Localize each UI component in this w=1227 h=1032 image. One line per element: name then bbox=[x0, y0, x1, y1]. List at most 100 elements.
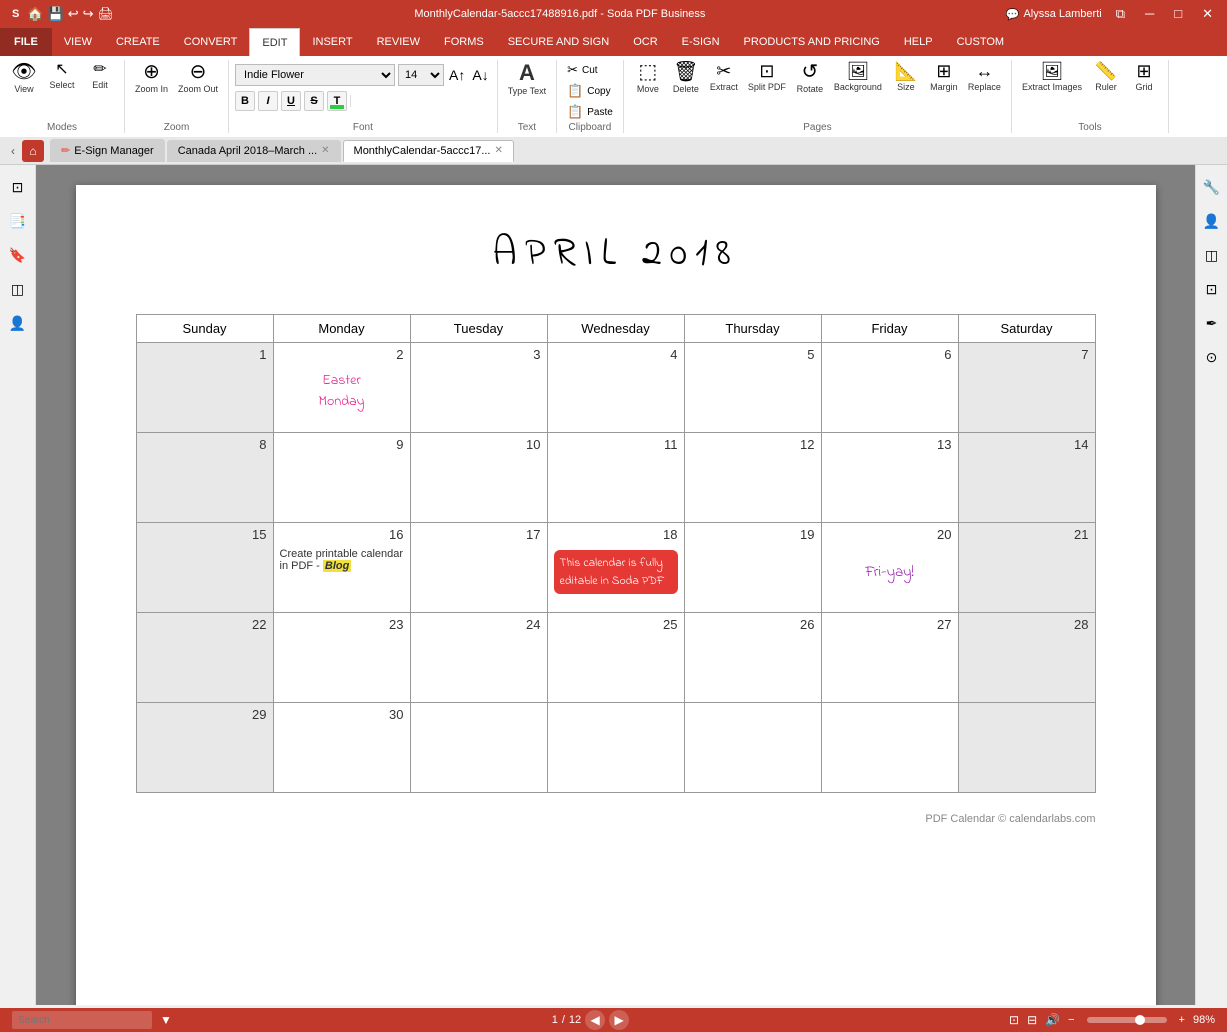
tab-back-btn[interactable]: ‹ bbox=[4, 140, 22, 162]
bold-btn[interactable]: B bbox=[235, 91, 255, 111]
font-shrink-btn[interactable]: A↓ bbox=[470, 65, 490, 85]
rotate-btn[interactable]: ↺ Rotate bbox=[792, 60, 828, 122]
tab-monthly-close[interactable]: ✕ bbox=[495, 145, 503, 156]
fit-page-btn[interactable]: ⊡ bbox=[1009, 1013, 1019, 1027]
page-next-btn[interactable]: ▶ bbox=[609, 1010, 629, 1030]
zoom-slider-thumb bbox=[1135, 1015, 1145, 1025]
sidebar-layers-btn[interactable]: ◫ bbox=[4, 275, 32, 303]
select-mode-btn[interactable]: ↖ Select bbox=[44, 60, 80, 122]
right-properties-btn[interactable]: 🔧 bbox=[1198, 173, 1226, 201]
ruler-btn[interactable]: 📏 Ruler bbox=[1088, 60, 1124, 122]
tab-insert[interactable]: INSERT bbox=[300, 28, 364, 56]
tab-secure[interactable]: SECURE AND SIGN bbox=[496, 28, 621, 56]
user-name: Alyssa Lamberti bbox=[1023, 8, 1101, 20]
move-btn[interactable]: ⬚ Move bbox=[630, 60, 666, 122]
page-prev-btn[interactable]: ◀ bbox=[585, 1010, 605, 1030]
tab-review[interactable]: REVIEW bbox=[365, 28, 432, 56]
maximize-btn[interactable]: □ bbox=[1168, 6, 1188, 22]
minimize-btn[interactable]: ─ bbox=[1139, 6, 1160, 22]
color-btn[interactable]: T bbox=[327, 91, 347, 111]
sidebar-bookmarks-btn[interactable]: 🔖 bbox=[4, 241, 32, 269]
type-text-btn[interactable]: A Type Text bbox=[504, 60, 550, 122]
tab-convert[interactable]: CONVERT bbox=[172, 28, 250, 56]
day-num-25: 25 bbox=[554, 617, 678, 632]
replace-btn[interactable]: ↔ Replace bbox=[964, 60, 1005, 122]
right-target-btn[interactable]: ⊙ bbox=[1198, 343, 1226, 371]
quick-access-undo[interactable]: ↩ bbox=[68, 6, 79, 22]
search-down-btn[interactable]: ▼ bbox=[160, 1013, 172, 1027]
quick-access-save[interactable]: 💾 bbox=[48, 6, 64, 22]
cut-btn[interactable]: ✂ Cut bbox=[563, 60, 617, 80]
tab-esign-manager[interactable]: ✏ E-Sign Manager bbox=[50, 139, 165, 162]
zoom-in-status-btn[interactable]: + bbox=[1179, 1014, 1185, 1026]
zoom-slider[interactable] bbox=[1087, 1017, 1167, 1023]
day-9: 9 bbox=[273, 433, 410, 523]
zoom-in-btn[interactable]: ⊕ Zoom In bbox=[131, 60, 172, 122]
copy-btn[interactable]: 📋 Copy bbox=[563, 81, 617, 101]
size-btn[interactable]: 📐 Size bbox=[888, 60, 924, 122]
underline-btn[interactable]: U bbox=[281, 91, 301, 111]
home-btn[interactable]: ⌂ bbox=[22, 140, 44, 162]
edit-mode-btn[interactable]: ✏ Edit bbox=[82, 60, 118, 122]
font-grow-btn[interactable]: A↑ bbox=[447, 65, 467, 85]
tab-monthly-calendar[interactable]: MonthlyCalendar-5accc17... ✕ bbox=[343, 140, 514, 162]
calendar-title: APRIL 2018 bbox=[136, 225, 1096, 284]
font-size-select[interactable]: 14 bbox=[398, 64, 444, 86]
right-sign-btn[interactable]: ✒ bbox=[1198, 309, 1226, 337]
extract-btn[interactable]: ✂ Extract bbox=[706, 60, 742, 122]
italic-btn[interactable]: I bbox=[258, 91, 278, 111]
status-left: ▼ bbox=[12, 1011, 172, 1029]
clipboard-group: ✂ Cut 📋 Copy 📋 Paste Clipboard bbox=[557, 60, 624, 133]
calendar-note-text: This calendar is fully editable in Soda … bbox=[554, 550, 678, 594]
grid-btn[interactable]: ⊞ Grid bbox=[1126, 60, 1162, 122]
tab-help[interactable]: HELP bbox=[892, 28, 945, 56]
margin-btn[interactable]: ⊞ Margin bbox=[926, 60, 962, 122]
close-btn[interactable]: ✕ bbox=[1196, 6, 1219, 22]
background-btn[interactable]: 🖼 Background bbox=[830, 60, 886, 122]
copy-icon: 📋 bbox=[567, 83, 583, 99]
sidebar-pages-btn[interactable]: 📑 bbox=[4, 207, 32, 235]
user-account[interactable]: 💬 Alyssa Lamberti bbox=[1006, 8, 1102, 21]
tab-edit[interactable]: EDIT bbox=[249, 28, 300, 56]
tab-esign[interactable]: E-SIGN bbox=[670, 28, 732, 56]
day-15: 15 bbox=[136, 523, 273, 613]
search-input[interactable] bbox=[12, 1011, 152, 1029]
sidebar-signatures-btn[interactable]: 👤 bbox=[4, 309, 32, 337]
tab-forms[interactable]: FORMS bbox=[432, 28, 496, 56]
day-num-15: 15 bbox=[143, 527, 267, 542]
split-pdf-btn[interactable]: ⊡ Split PDF bbox=[744, 60, 790, 122]
quick-access-home[interactable]: 🏠 bbox=[27, 6, 43, 22]
view-mode-btn[interactable]: 👁 View bbox=[6, 60, 42, 122]
tab-canada-close[interactable]: ✕ bbox=[321, 145, 329, 156]
right-thumbnails-btn[interactable]: ⊡ bbox=[1198, 275, 1226, 303]
speakers-btn[interactable]: 🔊 bbox=[1045, 1013, 1060, 1027]
tab-products[interactable]: PRODUCTS AND PRICING bbox=[732, 28, 892, 56]
tab-file[interactable]: FILE bbox=[0, 28, 52, 56]
calendar-week-4: 22 23 24 25 26 bbox=[136, 613, 1095, 703]
tab-canada-calendar[interactable]: Canada April 2018–March ... ✕ bbox=[167, 140, 341, 162]
font-name-select[interactable]: Indie Flower bbox=[235, 64, 395, 86]
window-controls: ⧉ ─ □ ✕ bbox=[1110, 6, 1219, 22]
delete-btn[interactable]: 🗑 Delete bbox=[668, 60, 704, 122]
strikethrough-btn[interactable]: S bbox=[304, 91, 324, 111]
ribbon-tabs: FILE VIEW CREATE CONVERT EDIT INSERT REV… bbox=[0, 28, 1227, 56]
right-attachments-btn[interactable]: ◫ bbox=[1198, 241, 1226, 269]
zoom-out-status-btn[interactable]: − bbox=[1068, 1014, 1074, 1026]
quick-access-print[interactable]: 🖨 bbox=[98, 6, 115, 22]
tab-custom[interactable]: CUSTOM bbox=[945, 28, 1016, 56]
tab-create[interactable]: CREATE bbox=[104, 28, 172, 56]
fit-width-btn[interactable]: ⊟ bbox=[1027, 1013, 1037, 1027]
quick-access-redo[interactable]: ↪ bbox=[83, 6, 94, 22]
paste-btn[interactable]: 📋 Paste bbox=[563, 102, 617, 122]
sidebar-thumbnail-btn[interactable]: ⊡ bbox=[4, 173, 32, 201]
day-28: 28 bbox=[958, 613, 1095, 703]
right-comments-btn[interactable]: 👤 bbox=[1198, 207, 1226, 235]
extract-images-btn[interactable]: 🖼 Extract Images bbox=[1018, 60, 1086, 122]
select-icon: ↖ bbox=[55, 62, 68, 78]
restore-btn[interactable]: ⧉ bbox=[1110, 6, 1131, 22]
tab-view[interactable]: VIEW bbox=[52, 28, 104, 56]
replace-icon: ↔ bbox=[975, 62, 993, 80]
zoom-out-btn[interactable]: ⊖ Zoom Out bbox=[174, 60, 222, 122]
day-num-12: 12 bbox=[691, 437, 815, 452]
tab-ocr[interactable]: OCR bbox=[621, 28, 669, 56]
